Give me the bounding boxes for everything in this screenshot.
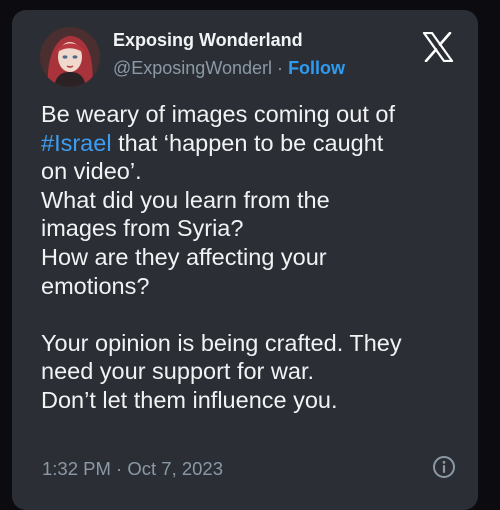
tweet-line: emotions? xyxy=(41,272,150,299)
tweet-date: Oct 7, 2023 xyxy=(127,458,224,479)
handle-separator: · xyxy=(277,58,284,78)
follow-button[interactable]: Follow xyxy=(288,58,345,78)
author-name[interactable]: Exposing Wonderland xyxy=(113,30,303,51)
tweet-time: 1:32 PM xyxy=(42,458,111,479)
timestamp-separator: · xyxy=(116,458,123,479)
author-handle[interactable]: @ExposingWonderl xyxy=(113,58,272,78)
tweet-line: images from Syria? xyxy=(41,215,244,242)
info-icon[interactable] xyxy=(432,455,456,479)
tweet-line: Your opinion is being crafted. They xyxy=(41,329,402,356)
tweet-line: How are they affecting your xyxy=(41,243,327,270)
tweet-line: #Israel that ‘happen to be caught xyxy=(41,129,471,158)
avatar[interactable] xyxy=(40,27,100,87)
tweet-line: Be weary of images coming out of xyxy=(41,101,395,127)
tweet-line: need your support for war. xyxy=(41,358,315,385)
hashtag-link[interactable]: #Israel xyxy=(41,130,112,156)
tweet-timestamp[interactable]: 1:32 PM · Oct 7, 2023 xyxy=(42,458,223,480)
tweet-line: on video’. xyxy=(41,158,142,185)
tweet-card: Exposing Wonderland @ExposingWonderl · F… xyxy=(12,10,478,510)
tweet-line: Don’t let them influence you. xyxy=(41,386,338,413)
author-handle-line: @ExposingWonderl · Follow xyxy=(113,58,345,79)
x-logo-icon[interactable] xyxy=(422,32,454,62)
tweet-text: Be weary of images coming out of #Israel… xyxy=(41,100,471,415)
tweet-line-text: that ‘happen to be caught xyxy=(111,129,384,156)
tweet-line: What did you learn from the xyxy=(41,186,330,213)
